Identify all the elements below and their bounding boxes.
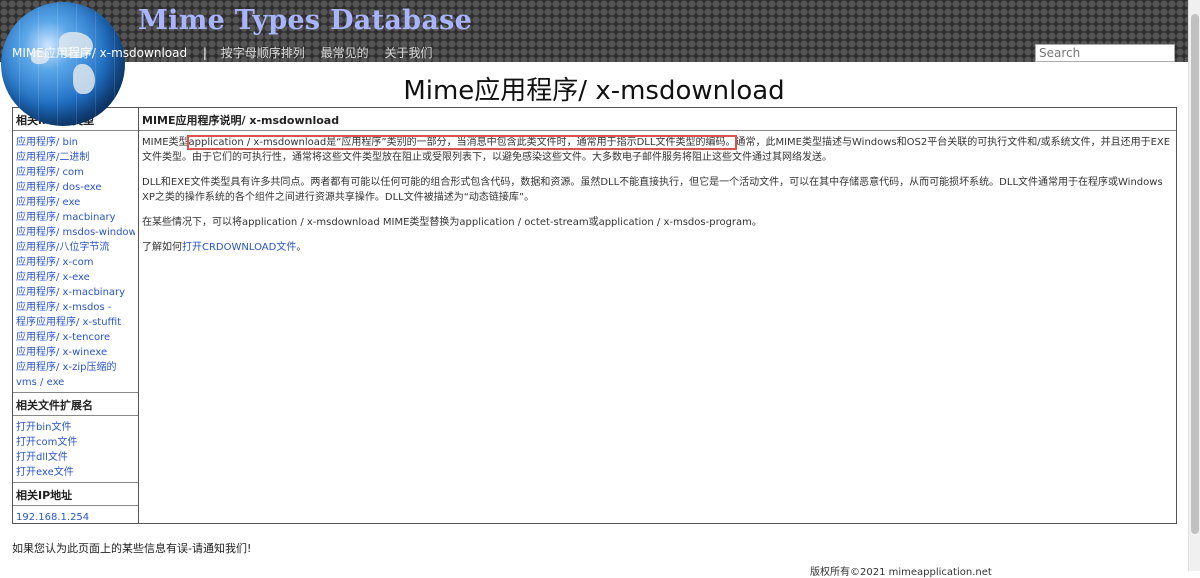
nav-link-most-common[interactable]: 最常见的: [321, 44, 369, 61]
related-type-link[interactable]: 应用程序/ x-macbinary: [16, 285, 135, 300]
nav-separator: |: [202, 46, 207, 60]
related-type-link[interactable]: 应用程序/ x-zip压缩的: [16, 360, 135, 375]
description-body: MIME类型application / x-msdownload是“应用程序”类…: [139, 131, 1176, 269]
related-types-list: 应用程序/ bin 应用程序/二进制 应用程序/ com 应用程序/ dos-e…: [13, 131, 138, 393]
related-type-link[interactable]: 应用程序/ bin: [16, 135, 135, 150]
related-ext-link[interactable]: 打开bin文件: [16, 420, 135, 435]
breadcrumb-nav: MIME应用程序/ x-msdownload | 按字母顺序排列 最常见的 关于…: [12, 44, 445, 61]
related-type-link[interactable]: 应用程序/ x-com: [16, 255, 135, 270]
related-type-link[interactable]: 应用程序/八位字节流: [16, 240, 135, 255]
footer-note: 如果您认为此页面上的某些信息有误-请通知我们!: [12, 542, 252, 555]
main-content: MIME应用程序说明/ x-msdownload MIME类型applicati…: [139, 108, 1176, 523]
related-type-link[interactable]: vms / exe: [16, 375, 135, 390]
related-type-link[interactable]: 应用程序/ x-msdos -: [16, 300, 135, 315]
site-title[interactable]: Mime Types Database: [138, 5, 472, 36]
paragraph-2: DLL和EXE文件类型具有许多共同点。两者都有可能以任何可能的组合形式包含代码，…: [142, 177, 1163, 203]
nav-link-about[interactable]: 关于我们: [384, 44, 432, 61]
paragraph-1: MIME类型application / x-msdownload是“应用程序”类…: [142, 135, 1173, 165]
related-type-link[interactable]: 应用程序/ msdos-windows: [16, 225, 135, 240]
ip-link[interactable]: 192.168.1.254: [16, 510, 135, 525]
open-crdownload-link[interactable]: 打开CRDOWNLOAD文件: [182, 242, 296, 253]
related-type-link[interactable]: 应用程序/ x-exe: [16, 270, 135, 285]
paragraph-4: 了解如何打开CRDOWNLOAD文件。: [142, 240, 1173, 255]
nav-link-alphabetical[interactable]: 按字母顺序排列: [221, 44, 305, 61]
description-heading: MIME应用程序说明/ x-msdownload: [139, 108, 1176, 131]
related-type-link[interactable]: 应用程序/ macbinary: [16, 210, 135, 225]
related-type-link[interactable]: 程序应用程序/ x-stuffit: [16, 315, 135, 330]
paragraph-3: 在某些情况下，可以将application / x-msdownload MIM…: [142, 217, 762, 228]
related-ext-link[interactable]: 打开com文件: [16, 435, 135, 450]
related-type-link[interactable]: 应用程序/二进制: [16, 150, 135, 165]
vertical-scrollbar[interactable]: [1188, 0, 1200, 571]
related-ext-link[interactable]: 打开exe文件: [16, 465, 135, 480]
related-type-link[interactable]: 应用程序/ dos-exe: [16, 180, 135, 195]
related-type-link[interactable]: 应用程序/ com: [16, 165, 135, 180]
search-input[interactable]: [1035, 44, 1175, 62]
content-table: 相关mime类型 应用程序/ bin 应用程序/二进制 应用程序/ com 应用…: [12, 107, 1177, 524]
ip-list: 192.168.1.254: [13, 506, 138, 527]
related-ext-link[interactable]: 打开dll文件: [16, 450, 135, 465]
globe-landmass: [73, 64, 95, 94]
globe-logo[interactable]: [1, 2, 125, 126]
related-ext-list: 打开bin文件 打开com文件 打开dll文件 打开exe文件: [13, 416, 138, 483]
p4-suffix: 。: [296, 242, 307, 253]
sidebar: 相关mime类型 应用程序/ bin 应用程序/二进制 应用程序/ com 应用…: [13, 108, 139, 523]
nav-current-page[interactable]: MIME应用程序/ x-msdownload: [12, 44, 187, 61]
highlighted-sentence: application / x-msdownload是“应用程序”类别的一部分，…: [186, 135, 738, 150]
scrollbar-thumb[interactable]: [1191, 14, 1199, 534]
ip-heading: 相关IP地址: [13, 483, 138, 506]
related-type-link[interactable]: 应用程序/ x-tencore: [16, 330, 135, 345]
globe-grid: [1, 2, 125, 126]
related-type-link[interactable]: 应用程序/ exe: [16, 195, 135, 210]
page-title: Mime应用程序/ x-msdownload: [403, 76, 785, 106]
related-type-link[interactable]: 应用程序/ x-winexe: [16, 345, 135, 360]
related-ext-heading: 相关文件扩展名: [13, 393, 138, 416]
p4-prefix: 了解如何: [142, 242, 182, 253]
p1-prefix: MIME类型: [142, 137, 189, 148]
